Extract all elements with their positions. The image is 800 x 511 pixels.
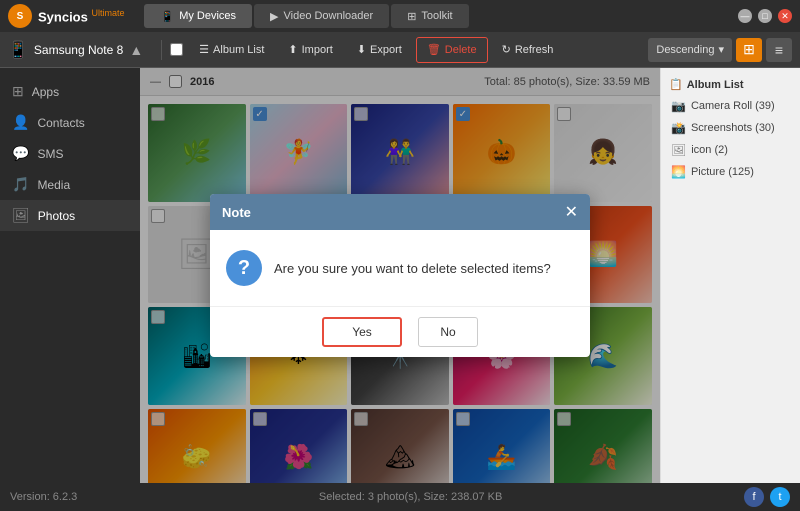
chevron-down-icon: ▾ [718, 43, 724, 56]
delete-icon: 🗑 [427, 43, 441, 56]
delete-confirm-modal: Note ✕ ? Are you sure you want to delete… [210, 194, 590, 357]
device-icon: 📱 [8, 40, 28, 60]
window-controls: — □ ✕ [738, 9, 792, 23]
album-list-button[interactable]: ☰ Album List [189, 37, 274, 63]
nav-toolkit[interactable]: ⊞ Toolkit [391, 4, 468, 28]
list-view-button[interactable]: ≡ [766, 38, 792, 62]
sidebar-item-apps[interactable]: ⊞ Apps [0, 76, 140, 107]
screenshots-icon: 📸 [671, 121, 686, 135]
sms-icon: 💬 [12, 145, 29, 162]
close-button[interactable]: ✕ [778, 9, 792, 23]
sidebar-item-media[interactable]: 🎵 Media [0, 169, 140, 200]
device-info: 📱 Samsung Note 8 ▲ [8, 40, 143, 60]
modal-header: Note ✕ [210, 194, 590, 230]
nav-my-devices[interactable]: 📱 My Devices [144, 4, 252, 28]
toolbar: 📱 Samsung Note 8 ▲ ☰ Album List ⬆ Import… [0, 32, 800, 68]
app-edition: Ultimate [91, 8, 124, 18]
status-bar: Version: 6.2.3 Selected: 3 photo(s), Siz… [0, 483, 800, 511]
album-list-panel-icon: 📋 [669, 78, 683, 91]
album-item-icon[interactable]: 🖼 icon (2) [661, 139, 800, 161]
title-bar: S Syncios Ultimate 📱 My Devices ▶ Video … [0, 0, 800, 32]
modal-message: Are you sure you want to delete selected… [274, 261, 551, 276]
app-logo: S [8, 4, 32, 28]
modal-title: Note [222, 205, 251, 220]
sidebar: ⊞ Apps 👤 Contacts 💬 SMS 🎵 Media 🖼 Photos [0, 68, 140, 483]
no-button[interactable]: No [418, 317, 478, 347]
modal-footer: Yes No [210, 306, 590, 357]
picture-album-icon: 🌅 [671, 165, 686, 179]
maximize-button[interactable]: □ [758, 9, 772, 23]
version-text: Version: 6.2.3 [10, 491, 77, 503]
main-nav: 📱 My Devices ▶ Video Downloader ⊞ Toolki… [144, 4, 468, 28]
yes-button[interactable]: Yes [322, 317, 402, 347]
content-area: — 2016 Total: 85 photo(s), Size: 33.59 M… [140, 68, 660, 483]
modal-overlay: Note ✕ ? Are you sure you want to delete… [140, 68, 660, 483]
photos-icon: 🖼 [12, 207, 30, 224]
social-links: f t [744, 487, 790, 507]
sidebar-item-photos[interactable]: 🖼 Photos [0, 200, 140, 231]
sidebar-item-contacts[interactable]: 👤 Contacts [0, 107, 140, 138]
export-button[interactable]: ⬇ Export [347, 37, 412, 63]
selected-info: Selected: 3 photo(s), Size: 238.07 KB [319, 491, 502, 503]
refresh-icon: ↻ [502, 43, 511, 56]
delete-button[interactable]: 🗑 Delete [416, 37, 488, 63]
main-layout: ⊞ Apps 👤 Contacts 💬 SMS 🎵 Media 🖼 Photos… [0, 68, 800, 483]
import-button[interactable]: ⬆ Import [278, 37, 342, 63]
album-item-camera-roll[interactable]: 📷 Camera Roll (39) [661, 95, 800, 117]
toolkit-icon: ⊞ [407, 10, 416, 23]
camera-roll-icon: 📷 [671, 99, 686, 113]
video-icon: ▶ [270, 10, 278, 23]
icon-album-icon: 🖼 [671, 143, 686, 157]
contacts-icon: 👤 [12, 114, 29, 131]
toolbar-separator-1 [161, 40, 162, 60]
modal-body: ? Are you sure you want to delete select… [210, 230, 590, 306]
minimize-button[interactable]: — [738, 9, 752, 23]
device-name: Samsung Note 8 [34, 43, 123, 57]
import-icon: ⬆ [288, 43, 297, 56]
nav-video-downloader[interactable]: ▶ Video Downloader [254, 4, 389, 28]
modal-close-button[interactable]: ✕ [565, 202, 578, 222]
sort-button[interactable]: Descending ▾ [648, 38, 732, 62]
album-item-picture[interactable]: 🌅 Picture (125) [661, 161, 800, 183]
select-all-checkbox[interactable] [170, 43, 183, 56]
eject-button[interactable]: ▲ [129, 42, 143, 58]
right-panel: 📋 Album List 📷 Camera Roll (39) 📸 Screen… [660, 68, 800, 483]
album-list-icon: ☰ [199, 43, 209, 56]
album-item-screenshots[interactable]: 📸 Screenshots (30) [661, 117, 800, 139]
facebook-button[interactable]: f [744, 487, 764, 507]
twitter-button[interactable]: t [770, 487, 790, 507]
sidebar-item-sms[interactable]: 💬 SMS [0, 138, 140, 169]
devices-icon: 📱 [160, 10, 174, 23]
media-icon: 🎵 [12, 176, 29, 193]
refresh-button[interactable]: ↻ Refresh [492, 37, 564, 63]
question-icon: ? [226, 250, 262, 286]
grid-view-button[interactable]: ⊞ [736, 38, 762, 62]
right-panel-title: 📋 Album List [661, 74, 800, 95]
export-icon: ⬇ [357, 43, 366, 56]
apps-icon: ⊞ [12, 83, 24, 100]
app-name: Syncios Ultimate [38, 8, 124, 24]
